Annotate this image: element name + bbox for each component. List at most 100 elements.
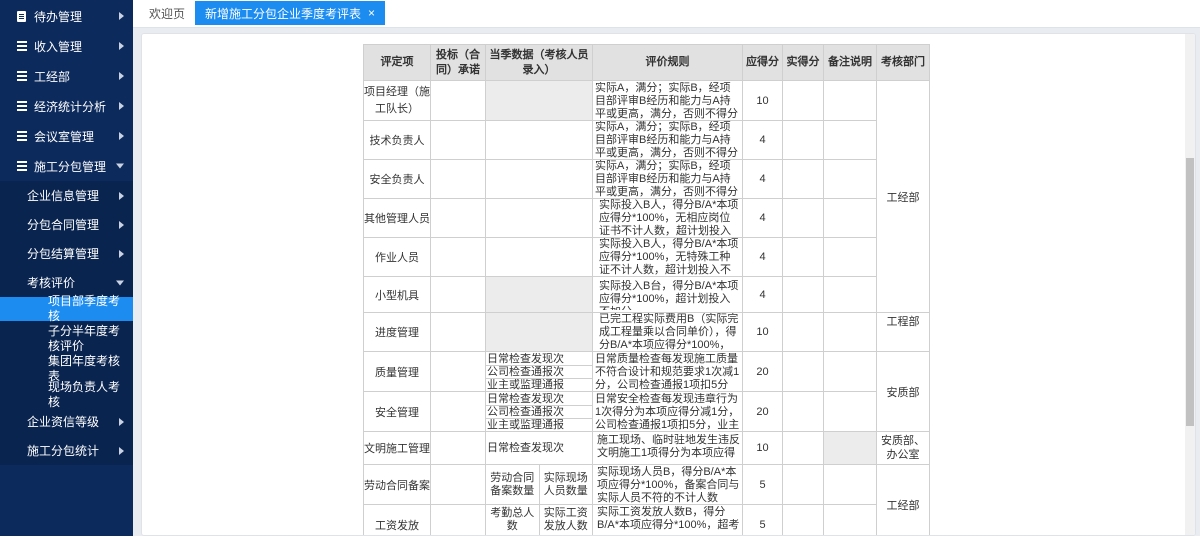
header-quarter-data: 当季数据（考核人员录入） xyxy=(485,44,593,81)
quarter-data-cell: 劳动合同备案数量 实际现场人员数量 xyxy=(485,464,593,505)
menu-item-todo[interactable]: 待办管理 xyxy=(0,1,133,31)
rule-text: 实际现场人员B，得分B/A*本项应得分*100%，备案合同与实际人员不符的不计人… xyxy=(597,465,740,504)
leaf-item-half-year[interactable]: 子分半年度考核评价 xyxy=(0,321,133,355)
item-label: 项目经理（施工队长） xyxy=(363,80,431,121)
table-row: 安全负责人 实际A，满分；实际B，经项目部评审B经历和能力与A持平或更高，满分，… xyxy=(363,159,930,199)
promise-input[interactable] xyxy=(430,312,486,352)
actual-score-input[interactable] xyxy=(782,237,824,277)
table-row: 劳动合同备案 劳动合同备案数量 实际现场人员数量 实际现场人员B，得分B/A*本… xyxy=(363,464,930,535)
grid-icon xyxy=(16,41,27,52)
submenu-evaluation: 项目部季度考核 子分半年度考核评价 集团年度考核表 现场负责人考核 xyxy=(0,294,133,409)
quarter-data-cell: 日常检查发现次 公司检查通报次 业主或监理通报 xyxy=(485,351,593,392)
remarks-input[interactable] xyxy=(823,351,877,392)
remarks-input[interactable] xyxy=(823,312,877,352)
promise-input[interactable] xyxy=(430,504,486,535)
submenu-item-contract[interactable]: 分包合同管理 xyxy=(0,210,133,239)
submenu-item-evaluation[interactable]: 考核评价 xyxy=(0,268,133,297)
actual-score-input[interactable] xyxy=(782,391,824,432)
remarks-input[interactable] xyxy=(823,391,877,432)
remarks-input[interactable] xyxy=(823,120,877,160)
chevron-right-icon xyxy=(119,249,124,258)
remarks-input[interactable] xyxy=(823,504,877,535)
promise-input[interactable] xyxy=(430,464,486,505)
leaf-item-project-quarterly[interactable]: 项目部季度考核 xyxy=(0,294,133,323)
score-value: 20 xyxy=(742,391,783,432)
actual-score-input[interactable] xyxy=(782,276,824,313)
remarks-input[interactable] xyxy=(823,198,877,238)
promise-input[interactable] xyxy=(430,431,486,465)
item-label: 其他管理人员 xyxy=(363,198,431,238)
quarter-data-input[interactable] xyxy=(485,312,593,352)
sub-field-contract-count: 劳动合同备案数量 xyxy=(487,465,540,504)
item-label: 技术负责人 xyxy=(363,120,431,160)
actual-score-input[interactable] xyxy=(782,159,824,199)
quarter-data-input[interactable] xyxy=(485,237,593,277)
rule-cell: 实际A，满分；实际B，经项目部评审B经历和能力与A持平或更高，满分，否则不得分 xyxy=(592,80,743,121)
actual-score-input[interactable] xyxy=(782,351,824,392)
remarks-input[interactable] xyxy=(823,237,877,277)
actual-score-input[interactable] xyxy=(782,312,824,352)
promise-input[interactable] xyxy=(430,351,486,392)
promise-input[interactable] xyxy=(430,120,486,160)
tab-bar: 欢迎页 新增施工分包企业季度考评表 × xyxy=(133,0,1200,28)
promise-input[interactable] xyxy=(430,159,486,199)
quarter-data-input[interactable] xyxy=(485,80,593,121)
menu-label: 考核评价 xyxy=(27,276,76,290)
document-icon xyxy=(16,10,27,22)
table-row: 质量管理 日常检查发现次 公司检查通报次 业主或监理通报 日常质量检查每发现施工… xyxy=(363,351,930,432)
vertical-scrollbar[interactable] xyxy=(1185,34,1195,535)
scrollbar-thumb[interactable] xyxy=(1186,158,1194,426)
quarter-data-input[interactable] xyxy=(485,120,593,160)
header-score: 应得分 xyxy=(742,44,783,81)
rule-cell: 实际A，满分；实际B，经项目部评审B经历和能力与A持平或更高，满分，否则不得分 xyxy=(592,159,743,199)
chevron-right-icon xyxy=(119,446,124,455)
submenu-item-credit-level[interactable]: 企业资信等级 xyxy=(0,407,133,436)
rule-cell: 实际A，满分；实际B，经项目部评审B经历和能力与A持平或更高，满分，否则不得分 xyxy=(592,120,743,160)
remarks-input[interactable] xyxy=(823,276,877,313)
tab-new-evaluation[interactable]: 新增施工分包企业季度考评表 × xyxy=(195,1,386,25)
menu-item-economic-stats[interactable]: 经济统计分析 xyxy=(0,91,133,121)
submenu-item-statistics[interactable]: 施工分包统计 xyxy=(0,436,133,465)
promise-input[interactable] xyxy=(430,80,486,121)
quarter-data-input[interactable] xyxy=(485,198,593,238)
evaluation-table: 评定项 投标（合同）承诺 当季数据（考核人员录入） 评价规则 应得分 实得分 备… xyxy=(363,44,930,535)
actual-score-input[interactable] xyxy=(782,120,824,160)
rule-text: 实际工资发放人数B，得分B/A*本项应得分*100%，超考 xyxy=(597,505,740,531)
menu-label: 企业资信等级 xyxy=(27,415,100,429)
chevron-right-icon xyxy=(119,191,124,200)
promise-input[interactable] xyxy=(430,198,486,238)
actual-score-input[interactable] xyxy=(782,504,824,535)
remarks-input[interactable] xyxy=(823,464,877,505)
actual-score-input[interactable] xyxy=(782,431,824,465)
rule-cell: 实际现场人员B，得分B/A*本项应得分*100%，备案合同与实际人员不符的不计人… xyxy=(592,464,743,505)
actual-score-input[interactable] xyxy=(782,198,824,238)
submenu-subcontract: 企业信息管理 分包合同管理 分包结算管理 考核评价 项目部季度考核 子分半年度考… xyxy=(0,181,133,465)
promise-input[interactable] xyxy=(430,276,486,313)
actual-score-input[interactable] xyxy=(782,80,824,121)
quarter-data-input[interactable] xyxy=(485,159,593,199)
leaf-item-group-annual[interactable]: 集团年度考核表 xyxy=(0,354,133,383)
promise-input[interactable] xyxy=(430,237,486,277)
content-panel: 评定项 投标（合同）承诺 当季数据（考核人员录入） 评价规则 应得分 实得分 备… xyxy=(141,33,1196,536)
remarks-input[interactable] xyxy=(823,431,877,465)
promise-input[interactable] xyxy=(430,391,486,432)
remarks-input[interactable] xyxy=(823,159,877,199)
menu-item-subcontract[interactable]: 施工分包管理 xyxy=(0,151,133,181)
menu-item-income[interactable]: 收入管理 xyxy=(0,31,133,61)
submenu-item-company-info[interactable]: 企业信息管理 xyxy=(0,181,133,210)
close-icon[interactable]: × xyxy=(368,6,375,20)
chevron-right-icon xyxy=(119,220,124,229)
sub-field-site-count: 实际现场人员数量 xyxy=(543,471,588,497)
menu-item-meeting-room[interactable]: 会议室管理 xyxy=(0,121,133,151)
quarter-data-input[interactable] xyxy=(485,276,593,313)
menu-item-engineering-econ[interactable]: 工经部 xyxy=(0,61,133,91)
submenu-item-settlement[interactable]: 分包结算管理 xyxy=(0,239,133,268)
actual-score-input[interactable] xyxy=(782,464,824,505)
leaf-item-site-manager[interactable]: 现场负责人考核 xyxy=(0,380,133,409)
table-row: 技术负责人 实际A，满分；实际B，经项目部评审B经历和能力与A持平或更高，满分，… xyxy=(363,120,930,160)
rule-text: 日常安全检查每发现违章行为1次得分为本项应得分减1分，公司检查通报1项扣5分，业… xyxy=(595,392,740,431)
tab-welcome[interactable]: 欢迎页 xyxy=(139,1,195,25)
header-actual-score: 实得分 xyxy=(782,44,824,81)
remarks-input[interactable] xyxy=(823,80,877,121)
rule-cell: 日常质量检查每发现施工质量不符合设计和规范要求1次减1分，公司检查通报1项扣5分 xyxy=(592,351,743,392)
